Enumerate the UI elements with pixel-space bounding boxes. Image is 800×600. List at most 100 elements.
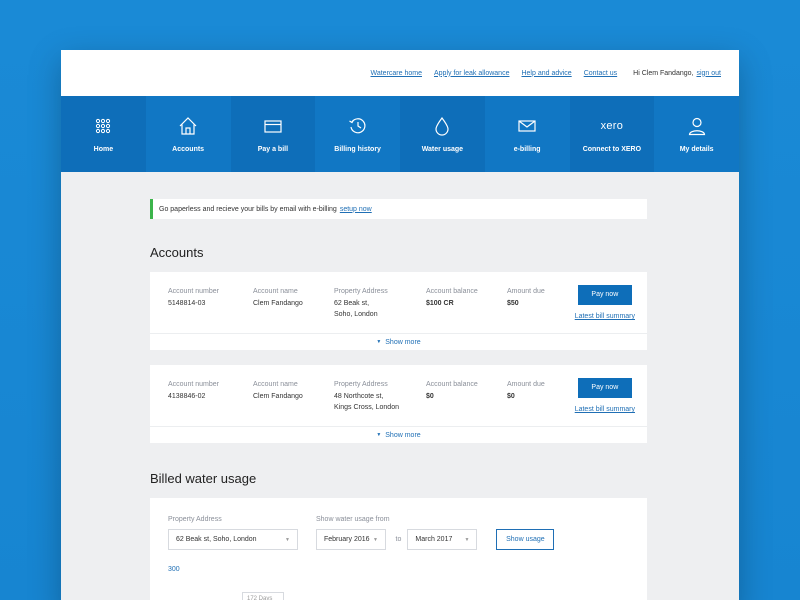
card-icon [264,119,282,133]
address-line-2: Kings Cross, London [334,404,399,411]
ebilling-banner: Go paperless and recieve your bills by e… [150,199,647,219]
nav-label: My details [679,145,714,153]
address-line-1: 48 Northcote st, [334,393,384,400]
show-more-label: Show more [385,431,421,439]
xero-icon: xero [600,119,624,132]
nav-item-connect-xero[interactable]: xero Connect to XERO [570,96,655,172]
sign-out-link[interactable]: sign out [696,70,721,77]
amount-due-label: Amount due [507,381,545,388]
amount-due-col: Amount due $50 [507,286,567,333]
property-address-col: Property Address 62 Beak st, Soho, Londo… [334,286,426,333]
amount-due-label: Amount due [507,288,545,295]
address-select-label: Property Address [168,516,222,523]
usage-tooltip: 172 Days [242,592,284,600]
account-number-value: 5148814-03 [168,300,206,307]
account-number-label: Account number [168,288,219,295]
chart-y-tick: 300 [168,566,180,573]
chevron-down-icon: ▼ [285,536,290,543]
property-address-label: Property Address [334,381,388,388]
from-date-select[interactable]: February 2016 ▼ [316,529,386,550]
account-number-value: 4138846-02 [168,393,206,400]
help-advice-link[interactable]: Help and advice [521,70,571,77]
contact-us-link[interactable]: Contact us [584,70,617,77]
address-line-1: 62 Beak st, [334,300,370,307]
nav-item-ebilling[interactable]: e-billing [484,96,570,172]
account-balance-label: Account balance [426,381,478,388]
nav-item-water-usage[interactable]: Water usage [400,96,485,172]
top-bar: Watercare home Apply for leak allowance … [61,50,739,96]
to-date-value: March 2017 [415,536,453,543]
account-balance-value: $0 [426,393,434,400]
property-address-label: Property Address [334,288,388,295]
address-field: Property Address 62 Beak st, Soho, Londo… [168,516,298,550]
amount-due-value: $50 [507,300,519,307]
account-card: Account number 5148814-03 Account name C… [150,272,647,350]
to-date-select[interactable]: March 2017 ▼ [407,529,478,550]
chevron-down-icon: ▼ [464,536,470,543]
nav-label: Water usage [421,145,464,153]
drop-icon [435,116,449,136]
amount-due-col: Amount due $0 [507,379,567,426]
house-icon [179,116,197,135]
account-name-label: Account name [253,288,298,295]
nav-label: Pay a bill [257,145,289,153]
nav-label: Connect to XERO [582,145,642,153]
account-balance-col: Account balance $0 [426,379,507,426]
mail-icon [518,119,536,132]
watercare-home-link[interactable]: Watercare home [371,70,422,77]
nav-item-my-details[interactable]: My details [654,96,739,172]
grid-icon [96,118,111,133]
account-number-col: Account number 5148814-03 [168,286,253,333]
main-content: Go paperless and recieve your bills by e… [61,172,739,600]
leak-allowance-link[interactable]: Apply for leak allowance [434,70,510,77]
nav-item-billing-history[interactable]: Billing history [315,96,400,172]
user-greeting: Hi Clem Fandango, sign out [633,70,721,77]
nav-item-home[interactable]: Home [61,96,146,172]
property-address-col: Property Address 48 Northcote st, Kings … [334,379,426,426]
show-more-toggle[interactable]: ▼ Show more [150,333,647,350]
amount-due-value: $0 [507,393,515,400]
latest-bill-summary-link[interactable]: Latest bill summary [575,313,635,320]
caret-down-icon: ▼ [376,432,382,438]
greeting-text: Hi Clem Fandango, [633,69,694,77]
account-number-col: Account number 4138846-02 [168,379,253,426]
chevron-down-icon: ▼ [373,536,378,543]
browser-window: Watercare home Apply for leak allowance … [61,50,739,600]
nav-item-pay-bill[interactable]: Pay a bill [231,96,316,172]
setup-now-link[interactable]: setup now [340,206,372,213]
show-usage-button[interactable]: Show usage [496,529,555,550]
account-name-col: Account name Clem Fandango [253,379,334,426]
range-label: Show water usage from [316,516,390,523]
account-actions: Pay now Latest bill summary [575,378,635,413]
usage-filters: Property Address 62 Beak st, Soho, Londo… [168,516,647,550]
nav-label: e-billing [513,145,541,153]
show-more-toggle[interactable]: ▼ Show more [150,426,647,443]
caret-down-icon: ▼ [376,339,382,345]
address-line-2: Soho, London [334,311,378,318]
pay-now-button[interactable]: Pay now [577,378,632,398]
usage-heading: Billed water usage [150,471,257,486]
nav-label: Billing history [334,145,381,153]
pay-now-button[interactable]: Pay now [577,285,632,305]
from-field: Show water usage from February 2016 ▼ [316,516,390,550]
account-balance-label: Account balance [426,288,478,295]
account-name-col: Account name Clem Fandango [253,286,334,333]
account-actions: Pay now Latest bill summary [575,285,635,320]
nav-label: Home [93,145,114,153]
user-icon [688,117,705,135]
nav-label: Accounts [172,145,205,153]
account-balance-col: Account balance $100 CR [426,286,507,333]
main-nav: Home Accounts Pay a bill Billing history… [61,96,739,172]
account-number-label: Account number [168,381,219,388]
account-card: Account number 4138846-02 Account name C… [150,365,647,443]
usage-card: Property Address 62 Beak st, Soho, Londo… [150,498,647,600]
account-name-value: Clem Fandango [253,393,303,400]
account-balance-value: $100 CR [426,300,454,307]
account-name-label: Account name [253,381,298,388]
latest-bill-summary-link[interactable]: Latest bill summary [575,406,635,413]
to-label: to [395,536,402,543]
from-date-value: February 2016 [324,536,370,543]
nav-item-accounts[interactable]: Accounts [145,96,231,172]
account-name-value: Clem Fandango [253,300,303,307]
address-select[interactable]: 62 Beak st, Soho, London ▼ [168,529,298,550]
